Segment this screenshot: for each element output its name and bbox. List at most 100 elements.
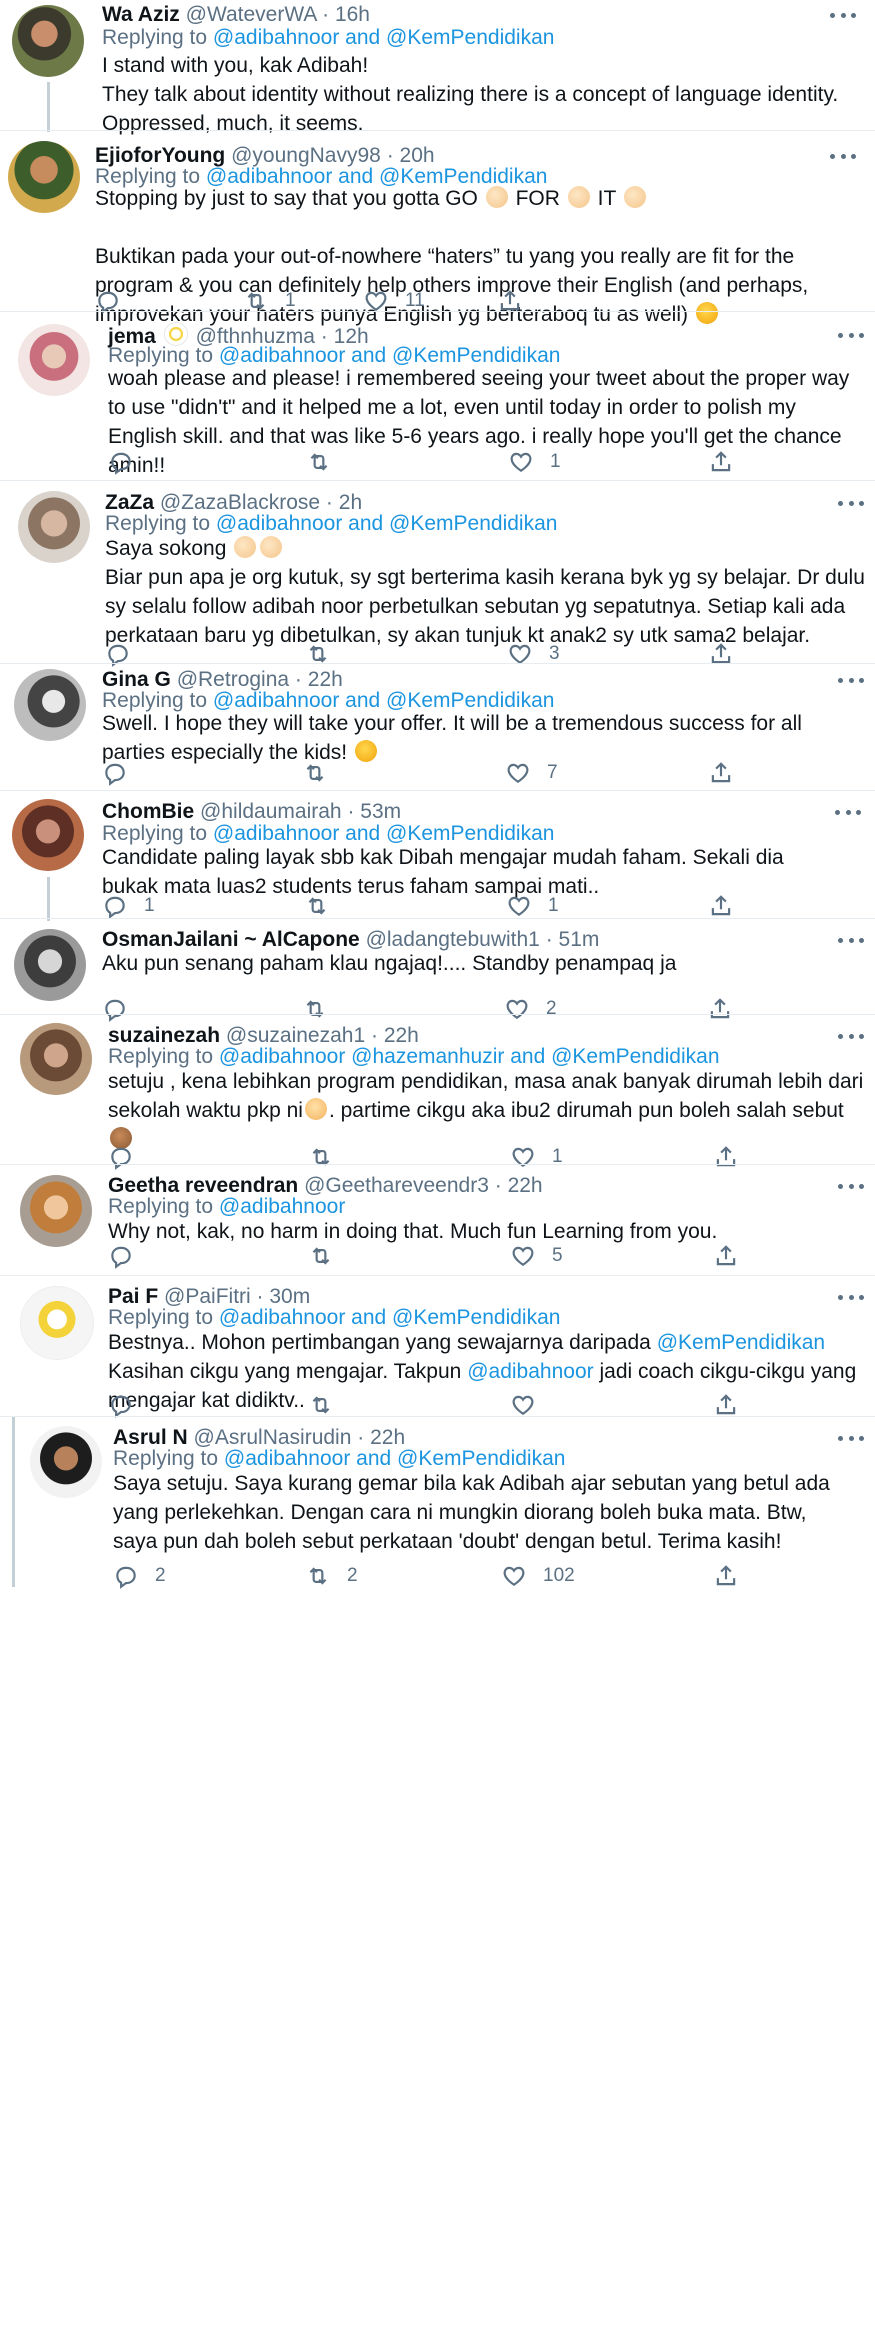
timestamp[interactable]: 22h [508,1174,543,1197]
thread-line [12,1417,15,1587]
more-icon[interactable] [838,675,864,685]
victory-hand-icon [304,1098,327,1120]
share-button[interactable] [708,891,734,921]
text-fragment: Saya sokong [105,537,227,560]
display-name[interactable]: Wa Aziz [102,3,180,26]
user-handle[interactable]: @ladangtebuwith1 [366,928,540,951]
like-button[interactable]: 102 [501,1561,575,1591]
tweet[interactable]: Wa Aziz @WateverWA · 16h Replying to @ad… [0,0,875,135]
reply-button[interactable]: 2 [113,1561,166,1591]
like-icon [510,1392,536,1418]
more-icon[interactable] [838,935,864,945]
more-icon[interactable] [830,10,856,20]
like-count: 3 [549,643,560,664]
avatar[interactable] [12,799,84,871]
mention-link[interactable]: @adibahnoor and @KemPendidikan [224,1447,566,1470]
like-count: 1 [548,895,559,916]
reply-button[interactable] [108,447,150,477]
tweet[interactable]: ZaZa @ZazaBlackrose · 2h Replying to @ad… [0,481,875,651]
mention-link[interactable]: @adibahnoor and @KemPendidikan [213,26,555,49]
like-button[interactable]: 1 [506,891,559,921]
tweet[interactable]: Geetha reveendran @Geethareveendr3 · 22h… [0,1165,875,1275]
mention-link[interactable]: @adibahnoor and @KemPendidikan [216,512,558,535]
share-button[interactable] [713,1561,739,1591]
retweet-icon [305,1563,331,1589]
user-handle[interactable]: @WateverWA [186,3,317,26]
avatar[interactable] [8,141,80,213]
tweet[interactable]: Pai F @PaiFitri · 30m Replying to @adiba… [0,1276,875,1416]
text-fragment: . partime cikgu aka ibu2 dirumah pun bol… [328,1099,844,1122]
mention-link[interactable]: @adibahnoor @hazemanhuzir and @KemPendid… [219,1045,720,1068]
tweet[interactable]: Asrul N @AsrulNasirudin · 22h Replying t… [0,1417,875,1587]
mention-link[interactable]: @adibahnoor and @KemPendidikan [219,1306,561,1329]
user-handle[interactable]: @hildaumairah [200,800,342,823]
tweet[interactable]: ChomBie @hildaumairah · 53m Replying to … [0,791,875,921]
avatar[interactable] [20,1286,94,1360]
share-button[interactable] [713,1241,739,1271]
avatar[interactable] [14,669,86,741]
like-icon [501,1563,527,1589]
tweet[interactable]: jema @fthnhuzma · 12h Replying to @adiba… [0,312,875,480]
mention-link[interactable]: @adibahnoor [219,1195,345,1218]
avatar[interactable] [30,1426,102,1498]
share-icon [708,893,734,919]
share-icon [708,760,734,786]
tweet[interactable]: EjioforYoung @youngNavy98 · 20h Replying… [0,131,875,326]
retweet-icon [302,760,328,786]
more-icon[interactable] [838,1433,864,1443]
timestamp[interactable]: 16h [335,3,370,26]
retweet-button[interactable] [302,758,344,788]
retweet-button[interactable] [306,447,348,477]
thread-line [47,877,50,921]
like-button[interactable]: 1 [508,447,561,477]
retweet-icon [308,1392,334,1418]
more-icon[interactable] [838,330,864,340]
avatar[interactable] [12,5,84,77]
timestamp[interactable]: 51m [559,928,600,951]
more-icon[interactable] [830,151,856,161]
mention-link[interactable]: @KemPendidikan [657,1331,825,1354]
replying-to-label: Replying to [108,1306,214,1329]
like-button[interactable]: 7 [505,758,558,788]
tweet-text: Aku pun senang paham klau ngajaq!.... St… [102,952,677,975]
tweet-text: setuju , kena lebihkan program pendidika… [108,1067,868,1154]
avatar[interactable] [18,491,90,563]
avatar[interactable] [14,929,86,1001]
like-count: 5 [552,1245,563,1266]
mention-link[interactable]: @adibahnoor and @KemPendidikan [213,822,555,845]
retweet-button[interactable]: 2 [305,1561,358,1591]
reply-button[interactable]: 1 [102,891,155,921]
separator-dot: · [347,800,355,823]
reply-icon [108,449,134,475]
timestamp[interactable]: 53m [360,800,401,823]
replying-to-label: Replying to [102,26,208,49]
tweet-actions: 1 [108,447,808,477]
clapping-hands-icon [260,536,283,558]
retweet-button[interactable] [308,1241,350,1271]
tweet[interactable]: OsmanJailani ~ AlCapone @ladangtebuwith1… [0,919,875,1014]
share-button[interactable] [708,447,734,477]
tweet[interactable]: Gina G @Retrogina · 22h Replying to @adi… [0,664,875,794]
display-name[interactable]: ChomBie [102,800,194,823]
more-icon[interactable] [838,1292,864,1302]
avatar[interactable] [18,324,90,396]
display-name[interactable]: OsmanJailani ~ AlCapone [102,928,360,951]
tweet-text-line: Bestnya.. Mohon pertimbangan yang sewaja… [108,1328,868,1357]
reply-button[interactable] [108,1241,150,1271]
reply-button[interactable] [102,758,144,788]
avatar[interactable] [20,1023,92,1095]
more-icon[interactable] [838,1031,864,1041]
share-button[interactable] [708,758,734,788]
more-icon[interactable] [835,807,861,817]
reply-count: 2 [155,1565,166,1586]
tweet[interactable]: suzainezah @suzainezah1 · 22h Replying t… [0,1015,875,1160]
tweet-actions: 2 2 102 [113,1561,813,1591]
tweet-text-line: Stopping by just to say that you gotta G… [95,184,855,213]
mention-link[interactable]: @adibahnoor [467,1360,593,1383]
more-icon[interactable] [838,1181,864,1191]
more-icon[interactable] [838,498,864,508]
retweet-button[interactable] [304,891,346,921]
tweet-text: Saya setuju. Saya kurang gemar bila kak … [113,1472,830,1553]
like-button[interactable]: 5 [510,1241,563,1271]
avatar[interactable] [20,1175,92,1247]
